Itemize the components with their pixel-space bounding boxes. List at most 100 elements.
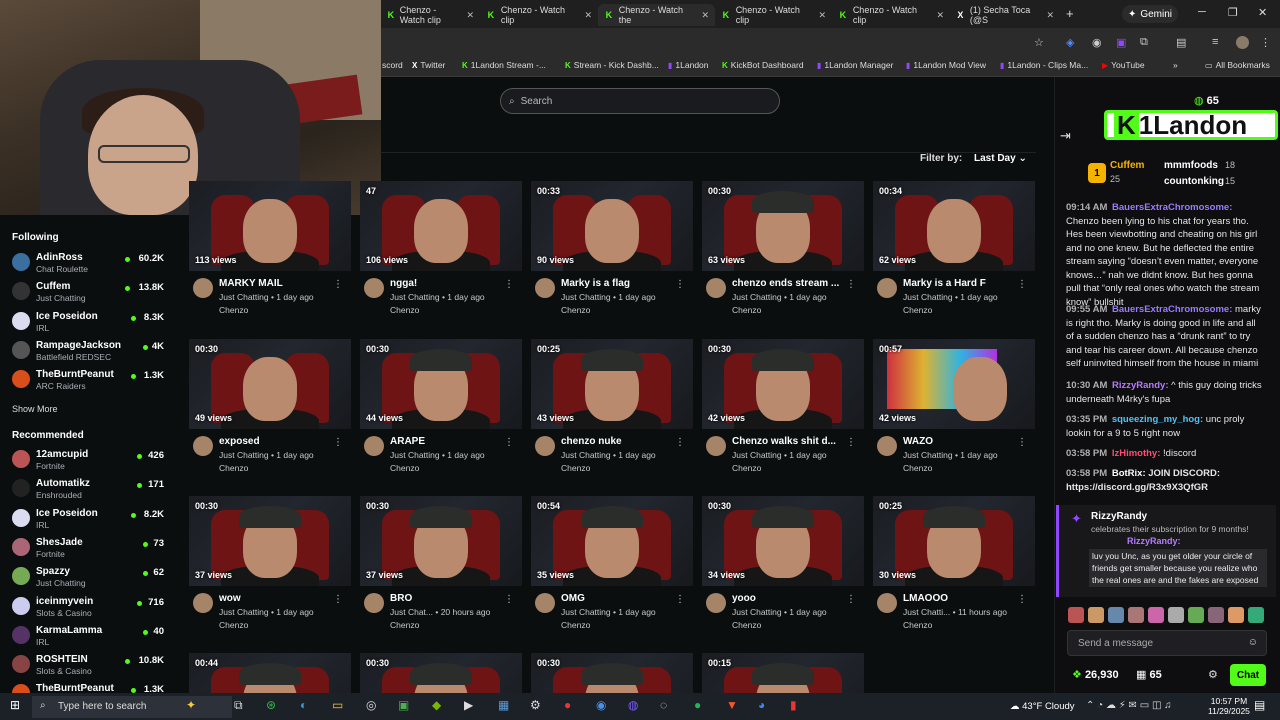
channel-avatar[interactable] (877, 593, 897, 613)
clip-title[interactable]: Chenzo walks shit d... (732, 436, 844, 447)
menu-lines-icon[interactable]: ≡ (1212, 36, 1218, 48)
windows-start-icon[interactable]: ⊞ (10, 698, 20, 712)
clock[interactable]: 10:57 PM 11/29/2025 (1208, 696, 1250, 716)
channel-avatar[interactable] (364, 436, 384, 456)
chat-username[interactable]: squeezing_my_hog: (1112, 414, 1203, 425)
sidebar-item-12amcupid[interactable]: 12amcupid Fortnite 426 (12, 447, 172, 473)
clip-title[interactable]: BRO (390, 593, 502, 604)
explorer-icon[interactable]: ▭ (332, 698, 343, 712)
bookmark-item[interactable]: ▮ 1Landon Mod View (906, 60, 986, 70)
clip-title[interactable]: chenzo nuke (561, 436, 673, 447)
close-tab-icon[interactable]: ✕ (818, 10, 826, 21)
clip-channel[interactable]: Chenzo (732, 463, 761, 473)
kebab-menu-icon[interactable]: ⋮ (333, 279, 343, 290)
kebab-menu-icon[interactable]: ⋮ (1017, 279, 1027, 290)
bookmark-item[interactable]: X Twitter (412, 60, 445, 70)
task-view-icon[interactable]: ⧉ (234, 698, 243, 713)
send-chat-button[interactable]: Chat (1230, 664, 1266, 686)
clip-thumbnail[interactable]: 00:30 (360, 653, 522, 693)
leaderboard-name[interactable]: countonking (1164, 176, 1224, 187)
calculator-icon[interactable]: ▦ (498, 698, 509, 712)
edge-icon[interactable]: ◐ (300, 698, 307, 712)
browser-tab[interactable]: K Chenzo - Watch clip ✕ (381, 4, 480, 26)
browser-tab[interactable]: K Chenzo - Watch clip ✕ (832, 4, 950, 26)
clip-card[interactable]: 00:30 (531, 653, 693, 693)
chat-input[interactable]: Send a message ☺ (1067, 630, 1267, 656)
search-input[interactable]: ⌕ Search (500, 88, 780, 114)
emote-icon[interactable] (1168, 607, 1184, 623)
clip-card[interactable]: 00:30 42 views Chenzo walks shit d... Just … (702, 339, 864, 484)
sidebar-item-cuffem[interactable]: Cuffem Just Chatting 13.8K (12, 279, 172, 305)
clip-title[interactable]: MARKY MAIL (219, 278, 331, 289)
app-icon[interactable]: ▮ (790, 698, 797, 712)
close-tab-icon[interactable]: ✕ (1046, 10, 1054, 21)
collapse-chat-icon[interactable]: ⇥ (1060, 128, 1071, 144)
close-window-icon[interactable]: ✕ (1258, 6, 1267, 19)
kebab-menu-icon[interactable]: ⋮ (1017, 594, 1027, 605)
clip-thumbnail[interactable]: 00:54 35 views (531, 496, 693, 586)
weather-widget[interactable]: ☁ 43°F Cloudy (1010, 701, 1075, 712)
settings-gear-icon[interactable]: ⚙ (1208, 668, 1218, 681)
clip-channel[interactable]: Chenzo (903, 305, 932, 315)
clip-channel[interactable]: Chenzo (219, 620, 248, 630)
discord-icon[interactable]: ◍ (628, 698, 638, 712)
browser-tab[interactable]: K Chenzo - Watch clip ✕ (715, 4, 832, 26)
channel-avatar[interactable] (193, 278, 213, 298)
copilot-icon[interactable]: ✦ (186, 698, 196, 712)
star-icon[interactable]: ☆ (1034, 36, 1044, 49)
clip-thumbnail[interactable]: 00:25 30 views (873, 496, 1035, 586)
clip-channel[interactable]: Chenzo (219, 463, 248, 473)
clip-title[interactable]: yooo (732, 593, 844, 604)
emote-icon[interactable] (1228, 607, 1244, 623)
clip-title[interactable]: Marky is a flag (561, 278, 673, 289)
clip-card[interactable]: 00:25 30 views LMAOOO Just Chatti... • 11 h… (873, 496, 1035, 641)
browser-tab[interactable]: K Chenzo - Watch the ✕ (598, 4, 715, 26)
sidebar-item-iceinmyvein[interactable]: iceinmyvein Slots & Casino 716 (12, 594, 172, 620)
bookmark-item[interactable]: ▮ 1Landon - Clips Ma... (1000, 60, 1088, 70)
maximize-icon[interactable]: ❐ (1228, 6, 1238, 19)
settings-icon[interactable]: ⚙ (530, 698, 541, 712)
clip-thumbnail[interactable]: 113 views (189, 181, 351, 271)
emote-icon[interactable] (1148, 607, 1164, 623)
clip-title[interactable]: Marky is a Hard F (903, 278, 1015, 289)
channel-avatar[interactable] (877, 436, 897, 456)
twitch-extension-icon[interactable]: ▣ (1116, 36, 1126, 49)
sidebar-item-karmalamma[interactable]: KarmaLamma IRL 40 (12, 623, 172, 649)
sidepanel-icon[interactable]: ▤ (1176, 36, 1186, 49)
channel-avatar[interactable] (535, 593, 555, 613)
clip-thumbnail[interactable]: 00:34 62 views (873, 181, 1035, 271)
sidebar-item-automatikz[interactable]: Automatikz Enshrouded 171 (12, 476, 172, 502)
kebab-menu-icon[interactable]: ⋮ (846, 437, 856, 448)
clip-card[interactable]: 00:30 37 views wow Just Chatting • 1 day ag… (189, 496, 351, 641)
media-icon[interactable]: ▶ (464, 698, 473, 712)
clip-thumbnail[interactable]: 00:33 90 views (531, 181, 693, 271)
close-tab-icon[interactable]: ✕ (584, 10, 592, 21)
tray-icons[interactable]: ⌃ ◔ ☁ ⚡ ✉ ▭ ◫ ♫ (1086, 700, 1172, 711)
clip-card[interactable]: 00:25 43 views chenzo nuke Just Chatting • … (531, 339, 693, 484)
clip-title[interactable]: LMAOOO (903, 593, 1015, 604)
clip-title[interactable]: ARAPE (390, 436, 502, 447)
kebab-menu-icon[interactable]: ⋮ (333, 437, 343, 448)
clip-card[interactable]: 47 106 views ngga! Just Chatting • 1 day ag… (360, 181, 522, 326)
clip-thumbnail[interactable]: 00:57 42 views (873, 339, 1035, 429)
clip-channel[interactable]: Chenzo (390, 463, 419, 473)
clip-card[interactable]: 00:30 (360, 653, 522, 693)
clip-thumbnail[interactable]: 00:15 (702, 653, 864, 693)
bookmark-item[interactable]: ▮ 1Landon (668, 60, 709, 70)
app-icon[interactable]: ◌ (660, 698, 667, 712)
clip-thumbnail[interactable]: 00:30 42 views (702, 339, 864, 429)
brave-icon[interactable]: ▼ (726, 698, 738, 712)
clip-channel[interactable]: Chenzo (732, 305, 761, 315)
clip-thumbnail[interactable]: 00:30 34 views (702, 496, 864, 586)
bookmark-item[interactable]: scord (382, 60, 403, 70)
clip-thumbnail[interactable]: 00:30 (531, 653, 693, 693)
taskbar-search[interactable]: ⌕ Type here to search (32, 696, 232, 718)
chrome-icon[interactable]: ◕ (758, 698, 765, 712)
puzzle-icon[interactable]: ⧉ (1140, 36, 1148, 49)
clip-channel[interactable]: Chenzo (561, 620, 590, 630)
clip-card[interactable]: 00:30 37 views BRO Just Chat... • 20 hours … (360, 496, 522, 641)
clip-thumbnail[interactable]: 00:30 63 views (702, 181, 864, 271)
channel-avatar[interactable] (193, 593, 213, 613)
channel-avatar[interactable] (535, 436, 555, 456)
emote-icon[interactable] (1108, 607, 1124, 623)
